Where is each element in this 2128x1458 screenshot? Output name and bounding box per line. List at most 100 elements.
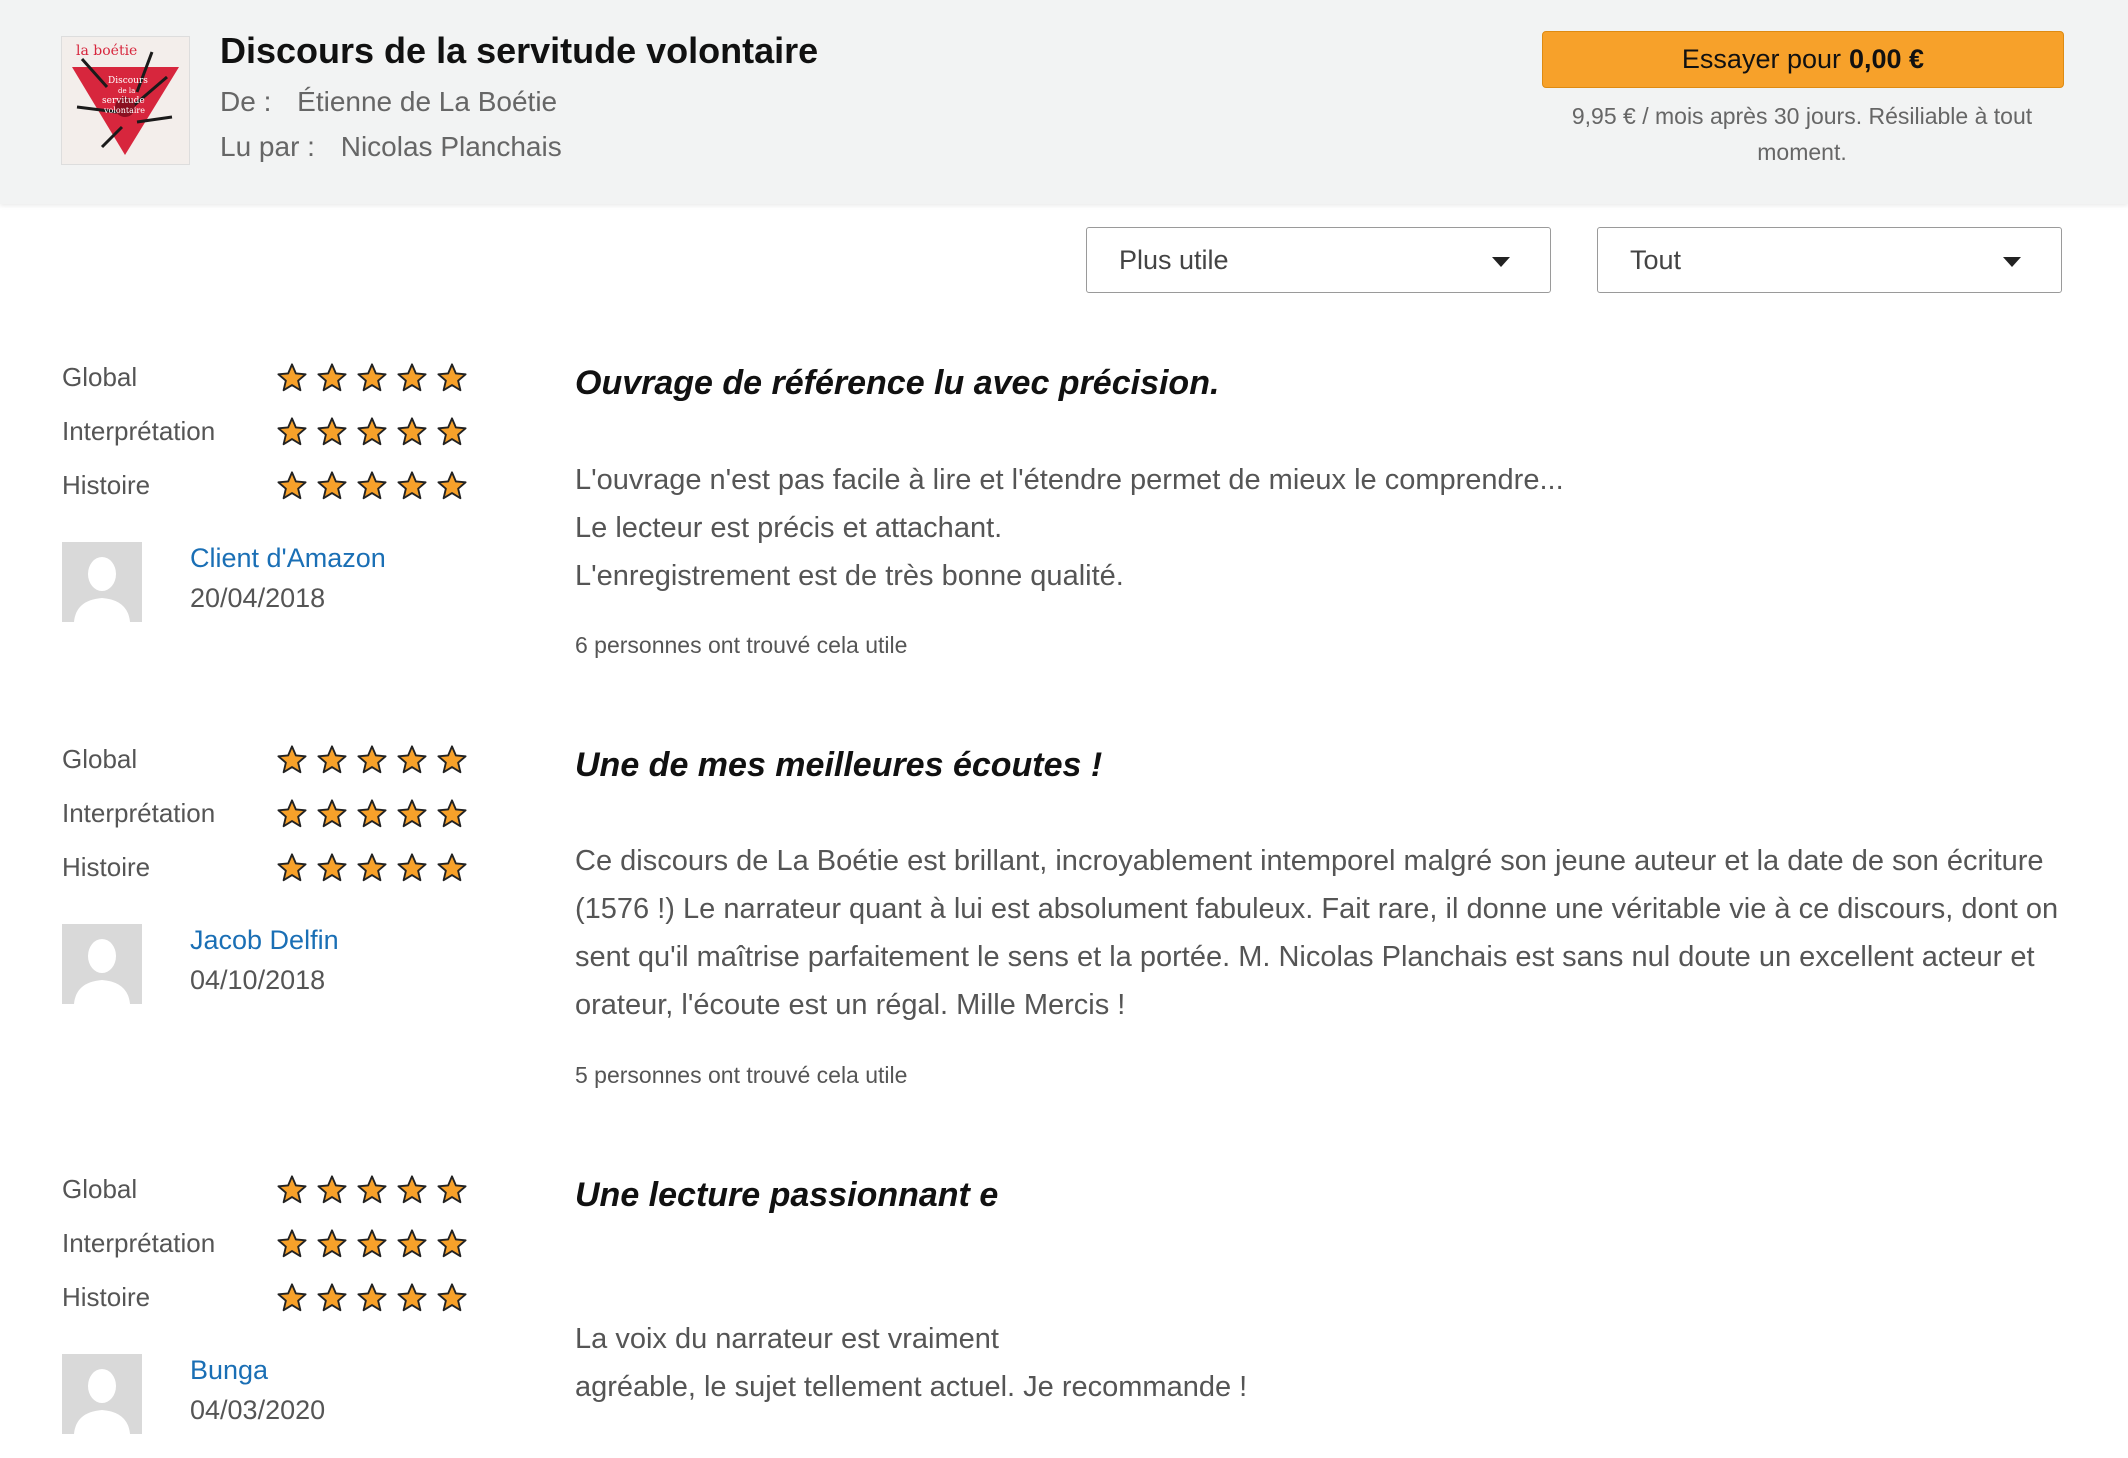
reviewer-name-link[interactable]: Bunga — [190, 1355, 268, 1386]
helpful-count: 6 personnes ont trouvé cela utile — [575, 632, 908, 658]
chevron-down-icon — [2003, 257, 2021, 267]
star-icon — [397, 417, 427, 446]
star-icon — [317, 799, 347, 828]
helpful-count: 5 personnes ont trouvé cela utile — [575, 1062, 908, 1088]
rating-label: Histoire — [62, 852, 151, 882]
star-icon — [277, 1229, 307, 1258]
cover-author-text: la boétie — [76, 43, 137, 59]
rating-label: Histoire — [62, 470, 151, 500]
reviewer-name-link[interactable]: Client d'Amazon — [190, 543, 386, 574]
review-body-line: La voix du narrateur est vraiment — [575, 1323, 999, 1355]
star-rating — [276, 1174, 468, 1206]
star-icon — [357, 363, 387, 392]
star-icon — [277, 417, 307, 446]
chevron-down-icon — [1492, 257, 1510, 267]
star-icon — [437, 1175, 467, 1204]
avatar — [62, 542, 142, 622]
star-icon — [277, 745, 307, 774]
star-icon — [277, 1175, 307, 1204]
review-body-line: L'ouvrage n'est pas facile à lire et l'é… — [575, 464, 1564, 496]
star-icon — [357, 471, 387, 500]
star-icon — [397, 471, 427, 500]
star-icon — [437, 853, 467, 882]
star-icon — [437, 745, 467, 774]
author-name[interactable]: Étienne de La Boétie — [297, 86, 557, 117]
star-icon — [317, 1175, 347, 1204]
star-icon — [437, 471, 467, 500]
star-icon — [397, 1175, 427, 1204]
star-icon — [317, 363, 347, 392]
user-silhouette-icon — [62, 924, 142, 1004]
star-icon — [397, 853, 427, 882]
star-rating — [276, 744, 468, 776]
star-icon — [437, 799, 467, 828]
review-body-line: Le lecteur est précis et attachant. — [575, 512, 1003, 544]
user-silhouette-icon — [62, 1354, 142, 1434]
star-icon — [277, 363, 307, 392]
star-icon — [317, 1283, 347, 1312]
star-rating — [276, 798, 468, 830]
filter-select-value: Tout — [1630, 244, 1682, 275]
avatar — [62, 924, 142, 1004]
review-date: 20/04/2018 — [190, 583, 326, 613]
book-title: Discours de la servitude volontaire — [220, 30, 819, 71]
author-label: De : — [220, 86, 272, 117]
sticky-product-header: la boétie Discours de la servitude volon… — [0, 0, 2128, 204]
author-row: De : Étienne de La Boétie — [220, 86, 557, 118]
star-icon — [357, 799, 387, 828]
star-icon — [277, 799, 307, 828]
book-cover[interactable]: la boétie Discours de la servitude volon… — [61, 36, 190, 165]
sort-select[interactable]: Plus utile — [1086, 227, 1551, 293]
star-icon — [397, 799, 427, 828]
subscription-note: 9,95 € / mois après 30 jours. Résiliable… — [1571, 103, 2033, 165]
narrator-row: Lu par : Nicolas Planchais — [220, 131, 562, 163]
rating-label: Global — [62, 362, 138, 392]
star-icon — [437, 1229, 467, 1258]
cover-title-text-1: Discours — [108, 76, 148, 86]
review-body: Ce discours de La Boétie est brillant, i… — [575, 837, 2065, 1029]
rating-label: Global — [62, 744, 138, 774]
cover-title-text-3: servitude — [102, 96, 145, 106]
free-trial-button[interactable]: Essayer pour 0,00 € — [1542, 31, 2064, 88]
star-icon — [357, 745, 387, 774]
star-icon — [397, 1229, 427, 1258]
review-date: 04/03/2020 — [190, 1395, 326, 1425]
narrator-name[interactable]: Nicolas Planchais — [341, 131, 562, 162]
review-body: L'ouvrage n'est pas facile à lire et l'é… — [575, 456, 2065, 600]
cover-title-text-2: de la — [118, 87, 135, 95]
star-icon — [397, 363, 427, 392]
star-rating — [276, 852, 468, 884]
free-trial-price: 0,00 € — [1849, 44, 1925, 74]
user-silhouette-icon — [62, 542, 142, 622]
review-body-line: agréable, le sujet tellement actuel. Je … — [575, 1371, 1248, 1403]
rating-label: Histoire — [62, 1282, 151, 1312]
star-icon — [317, 745, 347, 774]
rating-label: Interprétation — [62, 1228, 216, 1258]
star-icon — [277, 1283, 307, 1312]
star-icon — [437, 363, 467, 392]
sort-select-value: Plus utile — [1119, 244, 1229, 275]
star-rating — [276, 1282, 468, 1314]
narrator-label: Lu par : — [220, 131, 315, 162]
reviewer-name-link[interactable]: Jacob Delfin — [190, 925, 339, 956]
star-icon — [317, 417, 347, 446]
rating-label: Global — [62, 1174, 138, 1204]
cover-title-text-4: volontaire — [103, 106, 145, 115]
star-icon — [397, 1283, 427, 1312]
review-body-line: L'enregistrement est de très bonne quali… — [575, 560, 1124, 592]
review-body: La voix du narrateur est vraiment agréab… — [575, 1315, 2065, 1411]
star-icon — [357, 1175, 387, 1204]
star-icon — [317, 1229, 347, 1258]
star-rating — [276, 362, 468, 394]
book-cover-art: la boétie Discours de la servitude volon… — [62, 37, 189, 164]
star-rating — [276, 416, 468, 448]
star-rating — [276, 470, 468, 502]
star-icon — [437, 417, 467, 446]
star-icon — [317, 853, 347, 882]
star-icon — [357, 1283, 387, 1312]
star-icon — [357, 1229, 387, 1258]
star-rating — [276, 1228, 468, 1260]
star-icon — [437, 1283, 467, 1312]
filter-select[interactable]: Tout — [1597, 227, 2062, 293]
star-icon — [357, 853, 387, 882]
